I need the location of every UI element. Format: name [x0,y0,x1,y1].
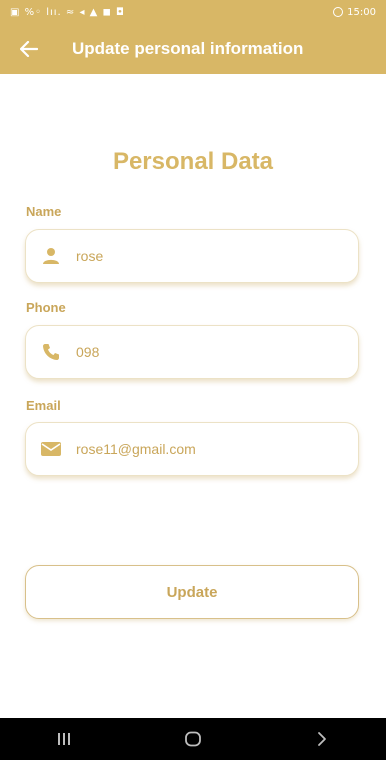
status-icons: ▣ %◦ lıı. ≈ ◂ ▲ ◼ ◘ [10,6,125,18]
name-label: Name [26,204,62,219]
phone-field[interactable]: 098 [25,325,359,379]
name-value: rose [76,248,104,264]
email-label: Email [26,398,61,413]
page-title: Update personal information [72,39,304,58]
whatsapp-icon [333,7,344,17]
email-value: rose11@gmail.com [76,441,196,457]
phone-value: 098 [76,344,100,360]
name-field[interactable]: rose [25,229,359,283]
status-time: 15:00 [347,6,376,18]
status-bar: ▣ %◦ lıı. ≈ ◂ ▲ ◼ ◘ 15:00 [0,0,386,24]
update-button[interactable]: Update [25,565,359,619]
person-icon [40,245,62,267]
app-bar: Update personal information [0,24,386,74]
nav-back-icon[interactable] [302,724,342,754]
mail-icon [40,438,62,460]
email-field[interactable]: rose11@gmail.com [25,422,359,476]
back-arrow-icon[interactable] [16,36,42,62]
phone-label: Phone [26,300,66,315]
system-nav-bar [0,718,386,760]
phone-icon [40,341,62,363]
home-icon[interactable] [173,724,213,754]
recent-apps-icon[interactable] [44,724,84,754]
status-right: 15:00 [333,7,376,18]
section-title: Personal Data [112,148,274,175]
